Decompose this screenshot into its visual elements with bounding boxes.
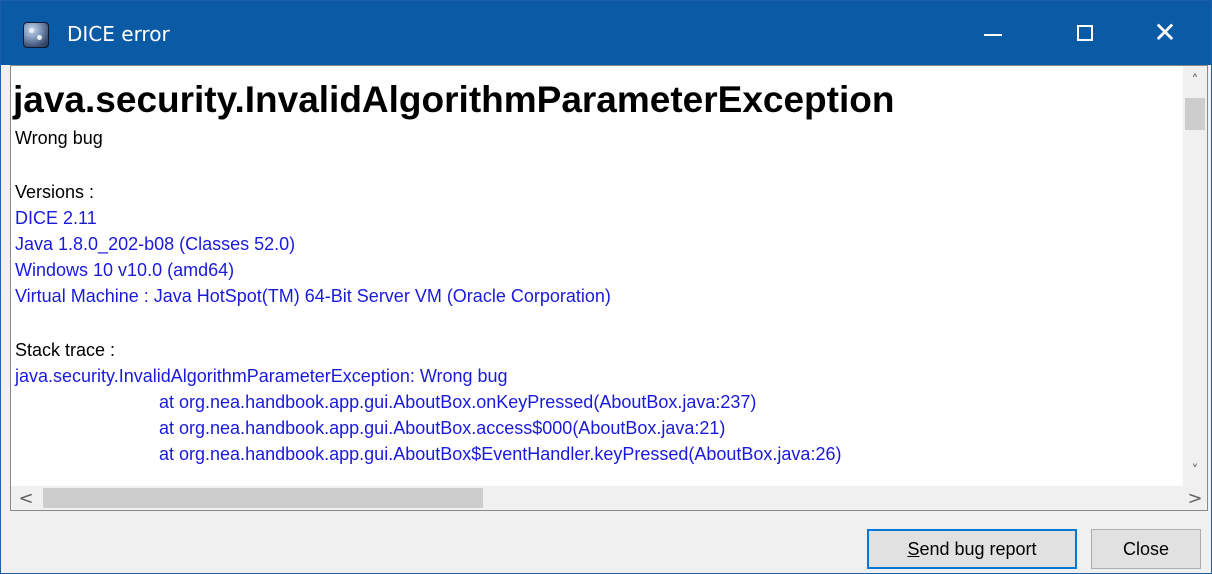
stack-trace-line: java.security.InvalidAlgorithmParameterE… — [15, 366, 508, 386]
vertical-scrollbar[interactable]: ˄ ˅ — [1183, 66, 1207, 486]
scroll-left-button[interactable]: < — [11, 486, 41, 510]
scroll-right-button[interactable]: > — [1183, 486, 1207, 510]
version-line: DICE 2.11 — [15, 208, 97, 228]
close-button-label: Close — [1122, 538, 1170, 559]
version-line: Windows 10 v10.0 (amd64) — [15, 260, 235, 280]
close-window-button[interactable]: ✕ — [1119, 1, 1211, 65]
send-bug-report-button[interactable]: Send bug report — [867, 529, 1077, 569]
vertical-scroll-thumb[interactable] — [1185, 98, 1205, 130]
minimize-button[interactable] — [947, 1, 1039, 65]
exception-message: Wrong bug — [15, 128, 103, 148]
dice-icon — [23, 22, 49, 48]
stack-trace-line: at org.nea.handbook.app.gui.AboutBox$Eve… — [159, 444, 842, 464]
maximize-icon — [1077, 25, 1093, 41]
chevron-up-icon: ˄ — [1191, 73, 1199, 89]
horizontal-scroll-thumb[interactable] — [43, 488, 483, 508]
title-bar[interactable]: DICE error ✕ — [1, 1, 1211, 65]
error-details-content: java.security.InvalidAlgorithmParameterE… — [11, 66, 1183, 486]
minimize-icon — [984, 34, 1002, 36]
stack-trace-line: at org.nea.handbook.app.gui.AboutBox.onK… — [159, 392, 757, 412]
exception-heading: java.security.InvalidAlgorithmParameterE… — [13, 79, 895, 120]
window-title: DICE error — [67, 22, 170, 46]
scroll-up-button[interactable]: ˄ — [1183, 66, 1207, 96]
stack-trace-label: Stack trace : — [15, 340, 116, 360]
send-bug-report-label: Send bug report — [907, 538, 1037, 559]
scroll-down-button[interactable]: ˅ — [1183, 456, 1207, 486]
chevron-down-icon: ˅ — [1191, 463, 1199, 479]
stack-trace-line: at org.nea.handbook.app.gui.AboutBox.acc… — [159, 418, 726, 438]
version-line: Virtual Machine : Java HotSpot(TM) 64-Bi… — [15, 286, 611, 306]
version-line: Java 1.8.0_202-b08 (Classes 52.0) — [15, 234, 296, 254]
maximize-button[interactable] — [1039, 1, 1131, 65]
chevron-left-icon: < — [18, 487, 34, 509]
close-icon: ✕ — [1153, 16, 1177, 49]
versions-label: Versions : — [15, 182, 95, 202]
dialog-window: DICE error ✕ java.security.InvalidAlgori… — [0, 0, 1212, 574]
close-button[interactable]: Close — [1091, 529, 1201, 569]
error-details-panel: java.security.InvalidAlgorithmParameterE… — [10, 65, 1208, 511]
chevron-right-icon: > — [1187, 487, 1203, 509]
horizontal-scrollbar[interactable]: < — [11, 486, 1183, 510]
